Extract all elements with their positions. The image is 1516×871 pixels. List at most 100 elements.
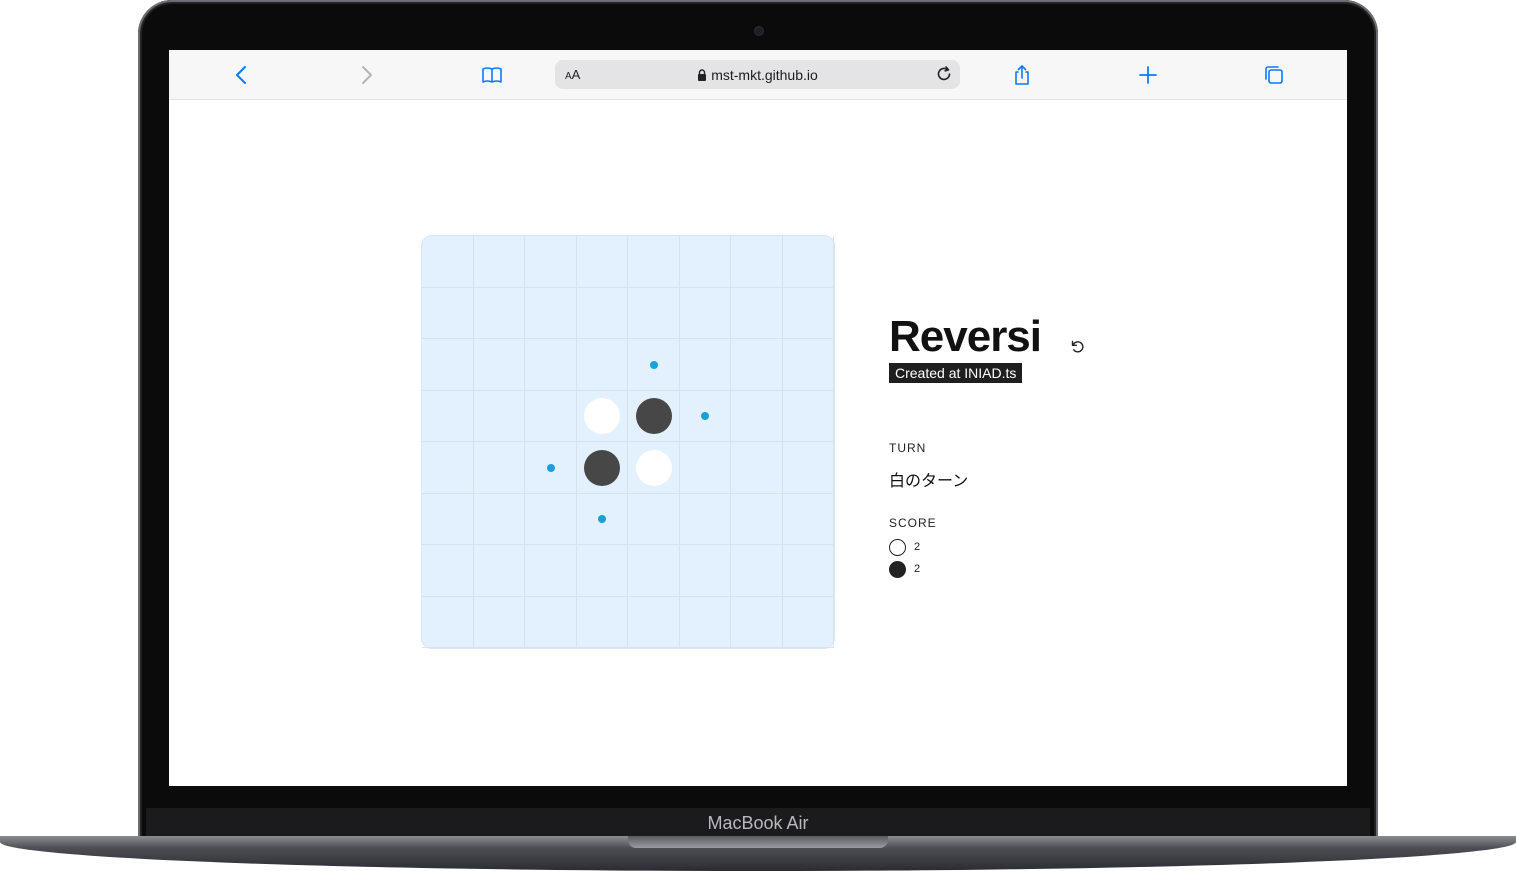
board-cell[interactable] — [628, 596, 680, 648]
board-cell[interactable] — [679, 339, 731, 391]
chevron-right-icon — [362, 66, 372, 84]
reset-icon — [1071, 340, 1084, 353]
black-disc — [584, 449, 621, 486]
board-cell[interactable] — [473, 493, 525, 545]
board-cell[interactable] — [576, 545, 628, 597]
board-cell[interactable] — [422, 287, 474, 339]
board-cell[interactable] — [782, 339, 834, 391]
browser-toolbar: AA mst-mkt.github.io — [169, 50, 1347, 100]
board-cell[interactable] — [731, 442, 783, 494]
board-cell[interactable] — [422, 339, 474, 391]
board-cell[interactable] — [731, 493, 783, 545]
tabs-overview-button[interactable] — [1261, 62, 1287, 88]
board-cell[interactable] — [473, 390, 525, 442]
board-cell[interactable] — [525, 287, 577, 339]
board-cell[interactable] — [576, 287, 628, 339]
board-cell[interactable] — [628, 339, 680, 391]
board-cell[interactable] — [422, 390, 474, 442]
board-cell[interactable] — [473, 442, 525, 494]
board-cell[interactable] — [731, 596, 783, 648]
black-disc-icon — [889, 560, 906, 578]
board-cell[interactable] — [473, 287, 525, 339]
lock-icon — [698, 69, 707, 81]
board-cell[interactable] — [422, 545, 474, 597]
forward-button[interactable] — [353, 62, 379, 88]
board-cell[interactable] — [576, 339, 628, 391]
board-cell[interactable] — [576, 442, 628, 494]
score-heading: SCORE — [889, 516, 937, 530]
board-cell[interactable] — [731, 339, 783, 391]
board-cell[interactable] — [576, 390, 628, 442]
turn-heading: TURN — [889, 441, 927, 455]
board-cell[interactable] — [473, 545, 525, 597]
board-cell[interactable] — [731, 545, 783, 597]
board-cell[interactable] — [679, 236, 731, 288]
back-button[interactable] — [229, 62, 255, 88]
device-brand-label: MacBook Air — [707, 813, 809, 833]
board-cell[interactable] — [679, 442, 731, 494]
board-cell[interactable] — [473, 596, 525, 648]
board-cell[interactable] — [525, 236, 577, 288]
board-cell[interactable] — [679, 390, 731, 442]
board-cell[interactable] — [525, 339, 577, 391]
score-black-value: 2 — [914, 563, 921, 575]
board-cell[interactable] — [576, 493, 628, 545]
tabs-icon — [1265, 66, 1283, 84]
board-cell[interactable] — [628, 442, 680, 494]
board-cell[interactable] — [782, 493, 834, 545]
board-cell[interactable] — [731, 390, 783, 442]
board-cell[interactable] — [782, 545, 834, 597]
score-white-row: 2 — [889, 537, 920, 557]
board-cell[interactable] — [628, 545, 680, 597]
board-cell[interactable] — [525, 442, 577, 494]
screen: AA mst-mkt.github.io Reversi Created at … — [169, 50, 1347, 786]
board-cell[interactable] — [525, 390, 577, 442]
laptop-hinge-notch — [628, 836, 888, 848]
board-cell[interactable] — [525, 596, 577, 648]
board-cell[interactable] — [628, 493, 680, 545]
white-disc — [635, 449, 672, 486]
game-board — [422, 236, 834, 648]
new-tab-button[interactable] — [1135, 62, 1161, 88]
game-title: Reversi — [889, 312, 1042, 361]
board-cell[interactable] — [782, 596, 834, 648]
board-cell[interactable] — [525, 545, 577, 597]
address-bar[interactable]: AA mst-mkt.github.io — [555, 60, 960, 89]
reset-button[interactable] — [1068, 337, 1088, 357]
board-cell[interactable] — [731, 287, 783, 339]
reload-icon[interactable] — [934, 64, 954, 84]
subtitle-badge: Created at INIAD.ts — [889, 363, 1023, 383]
board-cell[interactable] — [473, 339, 525, 391]
board-cell[interactable] — [679, 287, 731, 339]
board-cell[interactable] — [422, 236, 474, 288]
share-button[interactable] — [1009, 62, 1035, 88]
valid-move-dot — [701, 412, 710, 421]
bookmarks-button[interactable] — [479, 62, 505, 88]
board-cell[interactable] — [782, 442, 834, 494]
book-icon — [482, 67, 502, 83]
score-black-row: 2 — [889, 559, 920, 579]
board-cell[interactable] — [422, 442, 474, 494]
board-cell[interactable] — [525, 493, 577, 545]
board-cell[interactable] — [628, 236, 680, 288]
board-cell[interactable] — [576, 596, 628, 648]
board-cell[interactable] — [679, 545, 731, 597]
chevron-left-icon — [236, 66, 246, 84]
black-disc — [635, 398, 672, 435]
board-cell[interactable] — [782, 390, 834, 442]
board-cell[interactable] — [422, 493, 474, 545]
board-cell[interactable] — [679, 493, 731, 545]
valid-move-dot — [649, 360, 658, 369]
board-cell[interactable] — [473, 236, 525, 288]
board-cell[interactable] — [628, 287, 680, 339]
board-cell[interactable] — [422, 596, 474, 648]
camera — [755, 27, 763, 35]
board-cell[interactable] — [782, 287, 834, 339]
board-cell[interactable] — [679, 596, 731, 648]
board-cell[interactable] — [628, 390, 680, 442]
board-cell[interactable] — [782, 236, 834, 288]
turn-status: 白のターン — [889, 471, 969, 490]
board-cell[interactable] — [576, 236, 628, 288]
board-cell[interactable] — [731, 236, 783, 288]
valid-move-dot — [598, 515, 607, 524]
